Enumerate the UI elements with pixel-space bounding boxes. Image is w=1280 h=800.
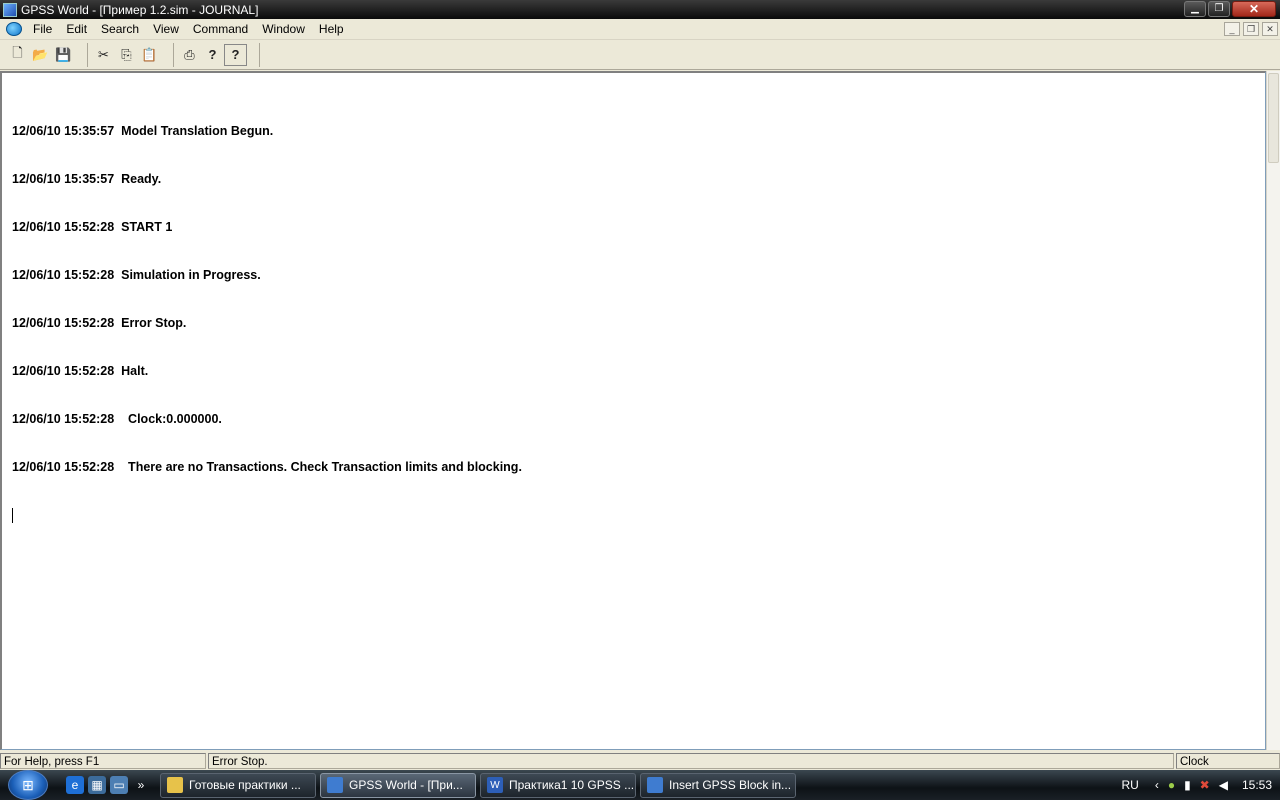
taskbar: ⊞ e ▦ ▭ » Готовые практики ... GPSS Worl…: [0, 770, 1280, 800]
system-tray: RU ‹ ● ▮ ✖ ◀ 15:53: [1112, 770, 1280, 800]
scrollbar-thumb[interactable]: [1268, 73, 1279, 163]
copy-icon[interactable]: ⎘: [115, 44, 138, 66]
quick-launch-more-icon[interactable]: »: [132, 776, 150, 794]
paste-icon[interactable]: 📋: [138, 44, 161, 66]
minimize-button[interactable]: ▁: [1184, 1, 1206, 17]
vertical-scrollbar[interactable]: [1266, 71, 1280, 750]
status-clock: Clock: [1176, 753, 1280, 769]
window-controls: ▁ ❐ ✕: [1184, 1, 1276, 17]
show-desktop-icon[interactable]: ▭: [110, 776, 128, 794]
journal-log: 12/06/10 15:35:57 Model Translation Begu…: [12, 91, 522, 555]
status-bar: For Help, press F1 Error Stop. Clock: [0, 752, 1280, 770]
mdi-close-button[interactable]: ✕: [1262, 22, 1278, 36]
taskbar-item[interactable]: Insert GPSS Block in...: [640, 772, 796, 798]
open-folder-icon[interactable]: 📂: [29, 44, 52, 66]
menu-view[interactable]: View: [146, 19, 186, 40]
toolbar-file-group: 🗋 📂 💾: [6, 44, 75, 66]
journal-line: 12/06/10 15:35:57 Model Translation Begu…: [12, 124, 274, 138]
menu-search[interactable]: Search: [94, 19, 146, 40]
toolbar-separator: [259, 42, 260, 67]
volume-icon[interactable]: ◀: [1219, 778, 1228, 792]
journal-line: 12/06/10 15:52:28 START 1: [12, 220, 173, 234]
mdi-controls: _ ❐ ✕: [1224, 22, 1278, 36]
window-titlebar[interactable]: GPSS World - [Пример 1.2.sim - JOURNAL] …: [0, 0, 1280, 19]
start-button[interactable]: ⊞: [8, 770, 48, 800]
word-icon: W: [487, 777, 503, 793]
mdi-minimize-button[interactable]: _: [1224, 22, 1240, 36]
taskbar-item[interactable]: W Практика1 10 GPSS ...: [480, 772, 636, 798]
help-icon[interactable]: ?: [201, 44, 224, 66]
menu-bar: File Edit Search View Command Window Hel…: [0, 19, 1280, 40]
cut-icon[interactable]: ✂: [92, 44, 115, 66]
taskbar-item-label: GPSS World - [При...: [349, 778, 463, 792]
gpss-app-icon[interactable]: [3, 2, 17, 17]
journal-line: 12/06/10 15:35:57 Ready.: [12, 172, 162, 186]
language-indicator[interactable]: RU: [1121, 778, 1138, 792]
status-message: Error Stop.: [208, 753, 1174, 769]
journal-line: 12/06/10 15:52:28 Halt.: [12, 364, 149, 378]
internet-explorer-icon[interactable]: e: [66, 776, 84, 794]
tray-expand-icon[interactable]: ‹: [1155, 778, 1159, 792]
gpss-icon: [647, 777, 663, 793]
folder-icon: [167, 777, 183, 793]
menu-edit[interactable]: Edit: [59, 19, 94, 40]
journal-line: 12/06/10 15:52:28 There are no Transacti…: [12, 460, 522, 474]
journal-text-area[interactable]: 12/06/10 15:35:57 Model Translation Begu…: [0, 71, 1266, 750]
taskbar-item-label: Готовые практики ...: [189, 778, 301, 792]
toolbar-separator: [87, 42, 88, 67]
new-file-icon[interactable]: 🗋: [6, 44, 29, 66]
journal-line: 12/06/10 15:52:28 Clock:0.000000.: [12, 412, 222, 426]
menu-window[interactable]: Window: [255, 19, 312, 40]
toolbar-help-group: ⎙ ? ?: [178, 43, 247, 66]
taskbar-item-label: Практика1 10 GPSS ...: [509, 778, 635, 792]
maximize-button[interactable]: ❐: [1208, 1, 1230, 17]
connection-error-icon[interactable]: ✖: [1200, 778, 1210, 792]
mdi-restore-button[interactable]: ❐: [1243, 22, 1259, 36]
battery-icon[interactable]: ▮: [1184, 778, 1191, 792]
window-title: GPSS World - [Пример 1.2.sim - JOURNAL]: [21, 2, 259, 17]
gpss-icon: [327, 777, 343, 793]
taskbar-item-label: Insert GPSS Block in...: [669, 778, 792, 792]
status-help-text: For Help, press F1: [0, 753, 206, 769]
switch-windows-icon[interactable]: ▦: [88, 776, 106, 794]
menu-help[interactable]: Help: [312, 19, 351, 40]
menu-command[interactable]: Command: [186, 19, 255, 40]
journal-line: 12/06/10 15:52:28 Simulation in Progress…: [12, 268, 261, 282]
taskbar-item[interactable]: GPSS World - [При...: [320, 772, 476, 798]
menu-file[interactable]: File: [26, 19, 59, 40]
journal-line: 12/06/10 15:52:28 Error Stop.: [12, 316, 187, 330]
network-icon[interactable]: ●: [1168, 778, 1175, 792]
tray-clock[interactable]: 15:53: [1242, 778, 1272, 792]
toolbar: 🗋 📂 💾 ✂ ⎘ 📋 ⎙ ? ?: [0, 40, 1280, 70]
toolbar-edit-group: ✂ ⎘ 📋: [92, 44, 161, 66]
quick-launch: e ▦ ▭ »: [66, 776, 150, 794]
context-help-icon[interactable]: ?: [224, 43, 247, 66]
print-icon[interactable]: ⎙: [178, 44, 201, 66]
text-caret: [12, 508, 13, 523]
toolbar-separator: [173, 42, 174, 67]
document-icon[interactable]: [6, 22, 22, 36]
save-icon[interactable]: 💾: [52, 44, 75, 66]
taskbar-item[interactable]: Готовые практики ...: [160, 772, 316, 798]
close-button[interactable]: ✕: [1232, 1, 1276, 17]
